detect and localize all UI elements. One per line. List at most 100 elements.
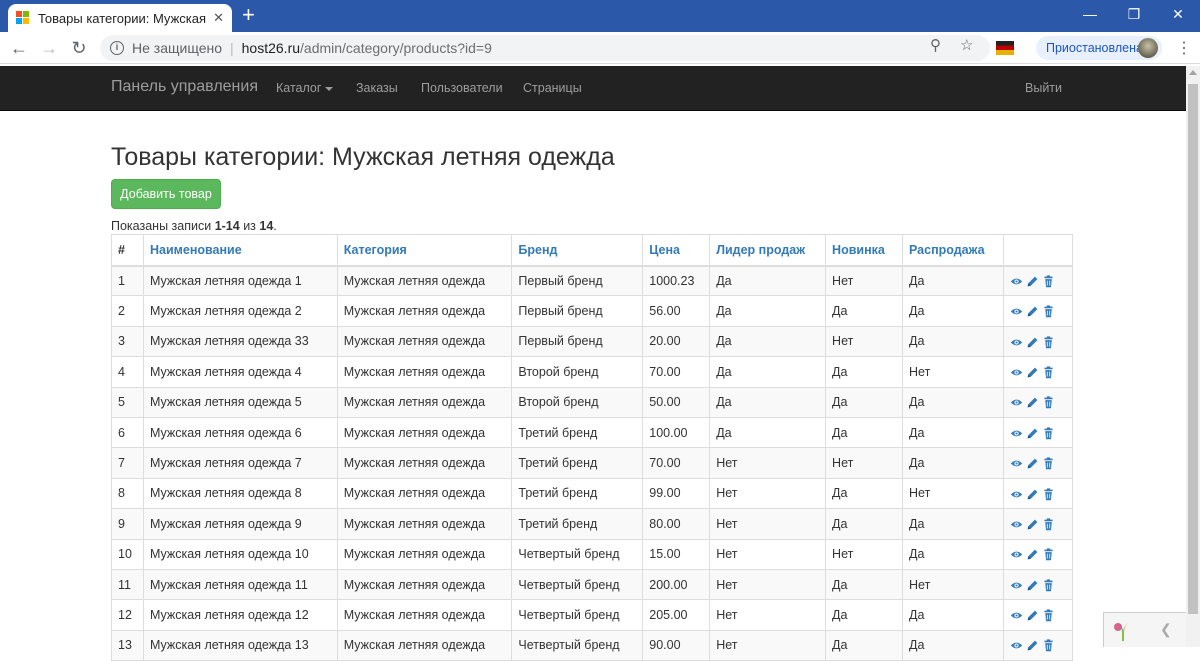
nav-item-orders[interactable]: Заказы (356, 81, 398, 95)
trash-icon[interactable] (1042, 427, 1055, 440)
eye-icon[interactable] (1010, 366, 1023, 379)
bookmark-star-icon[interactable]: ☆ (960, 36, 973, 54)
trash-icon[interactable] (1042, 548, 1055, 561)
header-col-price[interactable]: Цена (642, 234, 711, 267)
page-scrollbar[interactable] (1186, 66, 1200, 647)
logout-link[interactable]: Выйти (1025, 81, 1062, 95)
eye-icon[interactable] (1010, 427, 1023, 440)
cell-category: Мужская летняя одежда (336, 295, 513, 327)
pencil-icon[interactable] (1026, 609, 1039, 622)
eye-icon[interactable] (1010, 609, 1023, 622)
chevron-left-icon[interactable]: ❮ (1160, 621, 1172, 638)
summary-prefix: Показаны записи (111, 219, 215, 233)
minimize-icon[interactable]: — (1068, 0, 1112, 28)
scroll-thumb[interactable] (1188, 84, 1198, 614)
cell-category: Мужская летняя одежда (336, 356, 513, 388)
back-arrow-icon[interactable]: ← (8, 37, 30, 59)
pencil-icon[interactable] (1026, 366, 1039, 379)
forward-arrow-icon[interactable]: → (38, 37, 60, 59)
cell-name: Мужская летняя одежда 33 (142, 325, 338, 358)
eye-icon[interactable] (1010, 336, 1023, 349)
tab-close-icon[interactable]: ✕ (213, 10, 224, 26)
zoom-icon[interactable]: ⚲ (930, 36, 941, 54)
navbar-brand[interactable]: Панель управления (111, 78, 258, 96)
cell-price: 56.00 (642, 295, 711, 327)
pencil-icon[interactable] (1026, 275, 1039, 288)
pencil-icon[interactable] (1026, 396, 1039, 409)
nav-item-pages[interactable]: Страницы (523, 81, 582, 95)
header-col-sale[interactable]: Распродажа (902, 234, 1004, 267)
trash-icon[interactable] (1042, 487, 1055, 501)
pencil-icon[interactable] (1026, 457, 1039, 470)
info-icon[interactable]: i (110, 41, 124, 55)
table-row: 13 Мужская летняя одежда 13 Мужская летняя… (111, 629, 1074, 661)
eye-icon[interactable] (1010, 457, 1023, 470)
cell-brand: Второй бренд (511, 356, 644, 388)
cell-category: Мужская летняя одежда (336, 599, 513, 631)
pencil-icon[interactable] (1026, 639, 1039, 652)
trash-icon[interactable] (1042, 366, 1055, 379)
cell-name: Мужская летняя одежда 2 (142, 295, 338, 327)
header-col-category[interactable]: Категория (336, 234, 513, 267)
trash-icon[interactable] (1042, 518, 1055, 531)
header-col-name[interactable]: Наименование (142, 234, 338, 267)
eye-icon[interactable] (1010, 488, 1023, 501)
header-col-new[interactable]: Новинка (825, 234, 903, 267)
table-row: 6 Мужская летняя одежда 6 Мужская летняя о… (111, 416, 1074, 449)
trash-icon[interactable] (1042, 609, 1055, 622)
cell-category: Мужская летняя одежда (336, 629, 513, 661)
trash-icon[interactable] (1042, 335, 1055, 349)
header-col-bestseller[interactable]: Лидер продаж (709, 234, 827, 267)
pencil-icon[interactable] (1026, 579, 1039, 592)
cell-price: 70.00 (642, 356, 711, 388)
pencil-icon[interactable] (1026, 336, 1039, 349)
profile-button[interactable]: Приостановлена (1036, 36, 1162, 60)
scroll-up-icon[interactable] (1189, 70, 1197, 75)
trash-icon[interactable] (1042, 396, 1055, 409)
trash-icon[interactable] (1042, 579, 1055, 592)
eye-icon[interactable] (1010, 396, 1023, 409)
trash-icon[interactable] (1042, 639, 1055, 652)
nav-item-users[interactable]: Пользователи (421, 81, 503, 95)
profile-label: Приостановлена (1046, 41, 1143, 55)
cell-brand: Первый бренд (511, 264, 644, 297)
new-tab-button[interactable]: + (242, 3, 255, 27)
trash-icon[interactable] (1042, 305, 1055, 318)
eye-icon[interactable] (1010, 639, 1023, 652)
cell-bestseller: Нет (709, 599, 827, 631)
debug-toolbar[interactable]: ❮ (1103, 612, 1186, 647)
restore-icon[interactable]: ❐ (1112, 0, 1156, 28)
add-product-button[interactable]: Добавить товар (111, 179, 221, 209)
page-title: Товары категории: Мужская летняя одежда (111, 143, 615, 171)
address-bar[interactable]: i Не защищено | host26.ru/admin/category… (100, 35, 990, 61)
header-col-brand[interactable]: Бренд (511, 234, 644, 267)
cell-actions (1002, 568, 1074, 601)
nav-item-catalog[interactable]: Каталог (276, 81, 334, 95)
cell-name: Мужская летняя одежда 4 (142, 356, 338, 388)
trash-icon[interactable] (1042, 457, 1055, 470)
browser-menu-icon[interactable]: ⋮ (1176, 38, 1192, 58)
pencil-icon[interactable] (1026, 488, 1039, 501)
cell-sale: Нет (902, 356, 1004, 388)
eye-icon[interactable] (1010, 518, 1023, 531)
cell-bestseller: Да (709, 356, 827, 388)
eye-icon[interactable] (1010, 548, 1023, 561)
pencil-icon[interactable] (1026, 518, 1039, 531)
extension-icon[interactable] (996, 41, 1014, 55)
eye-icon[interactable] (1010, 275, 1023, 288)
cell-category: Мужская летняя одежда (336, 447, 513, 479)
pencil-icon[interactable] (1026, 548, 1039, 561)
reload-icon[interactable]: ↻ (68, 37, 90, 59)
window-close-icon[interactable]: ✕ (1156, 0, 1200, 28)
pencil-icon[interactable] (1026, 427, 1039, 440)
pencil-icon[interactable] (1026, 305, 1039, 318)
cell-actions (1002, 447, 1074, 479)
eye-icon[interactable] (1010, 579, 1023, 592)
cell-new: Да (825, 477, 903, 510)
trash-icon[interactable] (1042, 275, 1055, 288)
cell-bestseller: Нет (709, 629, 827, 661)
eye-icon[interactable] (1010, 305, 1023, 318)
cell-name: Мужская летняя одежда 5 (142, 386, 338, 418)
browser-tab[interactable]: Товары категории: Мужская лет ✕ (8, 4, 232, 32)
cell-number: 1 (111, 264, 144, 297)
